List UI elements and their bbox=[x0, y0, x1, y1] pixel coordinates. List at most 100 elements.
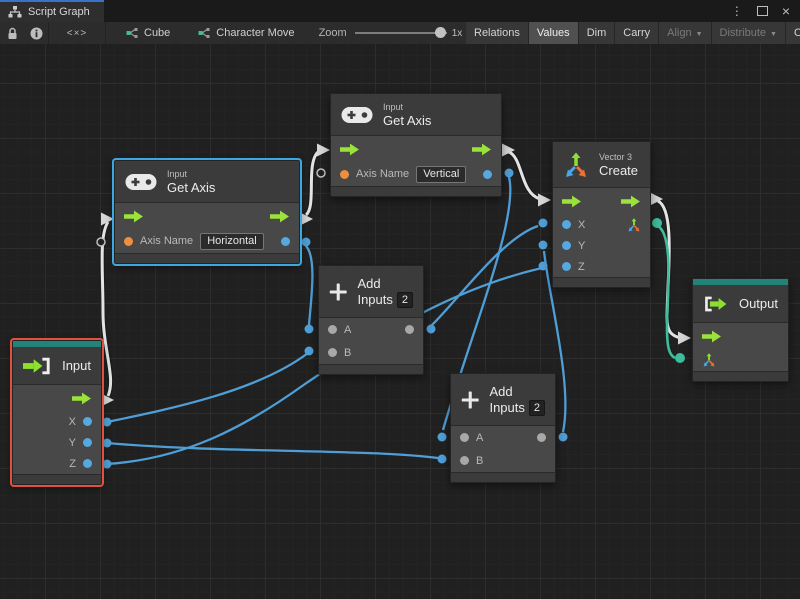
vector3-output-port-icon[interactable] bbox=[627, 218, 641, 232]
unconnected-port-ring[interactable] bbox=[317, 169, 325, 177]
zoom-slider-handle[interactable] bbox=[435, 27, 446, 38]
control-out-port-icon[interactable] bbox=[621, 195, 641, 208]
node-footer bbox=[115, 253, 299, 263]
node-add-1[interactable]: Add Inputs2 A B bbox=[318, 265, 424, 375]
string-input-port[interactable] bbox=[124, 237, 133, 246]
wire-input-y-to-add2-b[interactable] bbox=[103, 439, 447, 464]
breadcrumb-label: Cube bbox=[144, 27, 170, 39]
relations-button[interactable]: Relations bbox=[466, 22, 529, 44]
control-in-port-icon[interactable] bbox=[702, 330, 722, 343]
node-footer bbox=[319, 364, 423, 374]
code-icon[interactable]: <×> bbox=[49, 28, 105, 39]
values-button[interactable]: Values bbox=[529, 22, 579, 44]
tab-title: Script Graph bbox=[28, 6, 90, 18]
inputs-label: Inputs bbox=[489, 400, 524, 416]
y-output-port[interactable] bbox=[83, 438, 92, 447]
dropdown-arrow-icon: ▼ bbox=[696, 31, 703, 38]
input-port-a[interactable] bbox=[328, 325, 337, 334]
window-controls: ⋮ × bbox=[731, 0, 800, 22]
mini-graph-icon bbox=[198, 28, 210, 38]
node-input[interactable]: Input X Y Z bbox=[12, 340, 102, 485]
toolbar-buttons: Relations Values Dim Carry Align▼ Distri… bbox=[466, 22, 800, 44]
close-icon[interactable]: × bbox=[782, 4, 790, 18]
carry-button[interactable]: Carry bbox=[615, 22, 659, 44]
node-vector3-create[interactable]: Vector 3 Create X Y bbox=[552, 141, 651, 288]
info-icon[interactable] bbox=[24, 22, 48, 44]
zoom-slider-track bbox=[355, 32, 447, 34]
node-footer bbox=[693, 371, 788, 381]
port-label: Axis Name bbox=[140, 235, 193, 247]
overview-button[interactable]: Overv bbox=[786, 22, 800, 44]
align-dropdown[interactable]: Align▼ bbox=[659, 22, 711, 44]
input-port-a[interactable] bbox=[460, 433, 469, 442]
axis-name-field[interactable]: Vertical bbox=[416, 166, 466, 183]
input-port-b[interactable] bbox=[328, 348, 337, 357]
node-title: Add bbox=[357, 276, 413, 292]
maximize-icon[interactable] bbox=[757, 6, 768, 16]
breadcrumb-character-move[interactable]: Character Move bbox=[188, 22, 304, 44]
menu-icon[interactable]: ⋮ bbox=[731, 5, 743, 17]
x-input-port[interactable] bbox=[562, 220, 571, 229]
x-output-port[interactable] bbox=[83, 417, 92, 426]
control-out-port-icon[interactable] bbox=[72, 392, 92, 405]
node-category: Input bbox=[383, 101, 431, 113]
node-add-2[interactable]: Add Inputs2 A B bbox=[450, 373, 556, 483]
sum-output-port[interactable] bbox=[537, 433, 546, 442]
node-get-axis-horizontal[interactable]: Input Get Axis Axis Name Horizontal bbox=[114, 160, 300, 264]
control-in-port-icon[interactable] bbox=[124, 210, 144, 223]
axis-name-field[interactable]: Horizontal bbox=[200, 233, 264, 250]
node-title: Create bbox=[599, 163, 638, 179]
input-port-b[interactable] bbox=[460, 456, 469, 465]
toolbar-separator bbox=[105, 22, 106, 44]
zoom-value: 1x bbox=[452, 28, 463, 39]
wire-input-x-to-add1-b[interactable] bbox=[103, 347, 314, 427]
zoom-slider[interactable] bbox=[355, 22, 447, 44]
wire-gethorizontal-to-getvertical[interactable] bbox=[300, 144, 330, 226]
port-label: Z bbox=[69, 458, 76, 470]
graph-canvas[interactable]: Input Get Axis Axis Name Vertical bbox=[0, 44, 800, 599]
node-title: Get Axis bbox=[383, 113, 431, 129]
string-input-port[interactable] bbox=[340, 170, 349, 179]
node-footer bbox=[451, 472, 555, 482]
control-in-port-icon[interactable] bbox=[562, 195, 582, 208]
breadcrumb-label: Character Move bbox=[216, 27, 294, 39]
wire-vector3-to-output[interactable] bbox=[650, 193, 691, 345]
unconnected-port-ring[interactable] bbox=[97, 238, 105, 246]
float-output-port[interactable] bbox=[281, 237, 290, 246]
z-input-port[interactable] bbox=[562, 262, 571, 271]
port-label: A bbox=[476, 432, 483, 444]
lock-icon[interactable] bbox=[0, 22, 24, 44]
graph-hierarchy-icon bbox=[8, 6, 22, 18]
unity-script-graph-window: Script Graph ⋮ × <×> Cube bbox=[0, 0, 800, 599]
distribute-dropdown[interactable]: Distribute▼ bbox=[712, 22, 786, 44]
port-label: X bbox=[578, 219, 585, 231]
control-out-port-icon[interactable] bbox=[472, 143, 492, 156]
plus-icon bbox=[329, 280, 347, 304]
tab-script-graph[interactable]: Script Graph bbox=[0, 0, 104, 22]
z-output-port[interactable] bbox=[83, 459, 92, 468]
dim-button[interactable]: Dim bbox=[579, 22, 616, 44]
port-label: A bbox=[344, 324, 351, 336]
breadcrumb-cube[interactable]: Cube bbox=[116, 22, 180, 44]
sum-output-port[interactable] bbox=[405, 325, 414, 334]
inputs-count-field[interactable]: 2 bbox=[397, 292, 413, 308]
port-label: X bbox=[69, 416, 76, 428]
tab-bar: Script Graph ⋮ × bbox=[0, 0, 800, 23]
wire-horizontal-value-to-add1-a[interactable] bbox=[302, 238, 314, 334]
wire-add1-sum-to-vector3-x[interactable] bbox=[427, 219, 548, 334]
control-out-port-icon[interactable] bbox=[270, 210, 290, 223]
inputs-count-field[interactable]: 2 bbox=[529, 400, 545, 416]
float-output-port[interactable] bbox=[483, 170, 492, 179]
node-footer bbox=[13, 474, 101, 484]
node-category: Input bbox=[167, 168, 215, 180]
output-icon bbox=[703, 295, 729, 313]
node-output[interactable]: Output bbox=[692, 278, 789, 382]
inputs-label: Inputs bbox=[357, 292, 392, 308]
node-title: Get Axis bbox=[167, 180, 215, 196]
input-icon bbox=[23, 357, 52, 375]
y-input-port[interactable] bbox=[562, 241, 571, 250]
node-get-axis-vertical[interactable]: Input Get Axis Axis Name Vertical bbox=[330, 93, 502, 197]
control-in-port-icon[interactable] bbox=[340, 143, 360, 156]
vector3-input-port-icon[interactable] bbox=[702, 353, 716, 367]
port-label: Y bbox=[578, 240, 585, 252]
